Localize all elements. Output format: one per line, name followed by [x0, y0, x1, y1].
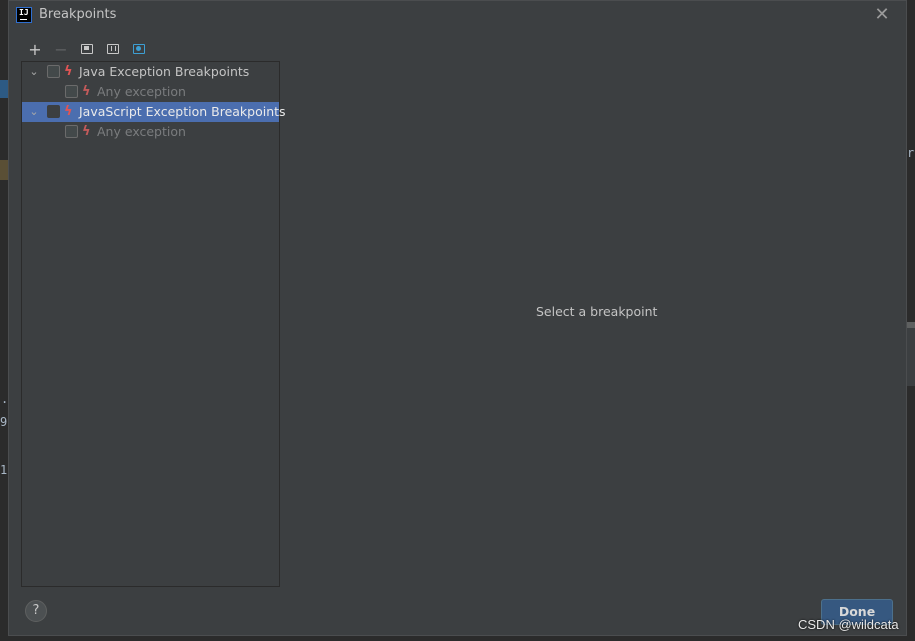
background-divider: [907, 322, 915, 328]
tree-row-javascript-exception-breakpoints[interactable]: ⌄ ϟ JavaScript Exception Breakpoints: [22, 102, 286, 122]
background-panel: [907, 322, 915, 386]
tree-row-label: JavaScript Exception Breakpoints: [79, 104, 286, 119]
tree-row-any-exception[interactable]: ϟ Any exception: [22, 122, 279, 142]
tree-row-label: Any exception: [97, 84, 186, 99]
tree-row-any-exception[interactable]: ϟ Any exception: [22, 82, 279, 102]
exception-breakpoint-icon: ϟ: [82, 84, 91, 99]
help-button[interactable]: ?: [25, 600, 47, 622]
remove-icon[interactable]: −: [51, 39, 71, 59]
background-text: r: [907, 146, 915, 160]
group-by-class-icon[interactable]: [103, 39, 123, 59]
watermark-text: CSDN @wildcata: [798, 617, 899, 632]
background-text: 9: [0, 415, 8, 429]
breakpoints-tree[interactable]: ⌄ ϟ Java Exception Breakpoints ϟ Any exc…: [21, 61, 286, 587]
add-icon[interactable]: +: [25, 39, 45, 59]
breakpoints-toolbar: + −: [25, 39, 149, 59]
chevron-down-icon[interactable]: ⌄: [28, 62, 40, 82]
intellij-app-icon: IJ: [16, 7, 32, 23]
background-text: 1: [0, 463, 8, 477]
breakpoint-checkbox[interactable]: [65, 125, 78, 138]
group-by-package-icon[interactable]: [129, 39, 149, 59]
chevron-down-icon[interactable]: ⌄: [28, 102, 40, 122]
close-icon[interactable]: ✕: [872, 5, 892, 25]
breakpoint-group-checkbox[interactable]: [47, 65, 60, 78]
exception-breakpoint-icon: ϟ: [64, 64, 73, 79]
title-bar[interactable]: IJ Breakpoints ✕: [9, 1, 906, 31]
dialog-title: Breakpoints: [39, 7, 117, 22]
background-editor-marker: [0, 160, 8, 180]
exception-breakpoint-icon: ϟ: [82, 124, 91, 139]
tree-row-label: Any exception: [97, 124, 186, 139]
screen: r . 9 1 IJ Breakpoints ✕ + − ⌄ ϟ Java Ex…: [0, 0, 915, 641]
tree-row-java-exception-breakpoints[interactable]: ⌄ ϟ Java Exception Breakpoints: [22, 62, 279, 82]
breakpoint-group-checkbox[interactable]: [47, 105, 60, 118]
exception-breakpoint-icon: ϟ: [64, 104, 73, 119]
breakpoint-checkbox[interactable]: [65, 85, 78, 98]
background-editor-highlight: [0, 80, 8, 98]
tree-row-label: Java Exception Breakpoints: [79, 64, 250, 79]
empty-detail-message: Select a breakpoint: [536, 304, 658, 319]
breakpoints-dialog: IJ Breakpoints ✕ + − ⌄ ϟ Java Exception …: [8, 0, 907, 636]
group-by-file-icon[interactable]: [77, 39, 97, 59]
